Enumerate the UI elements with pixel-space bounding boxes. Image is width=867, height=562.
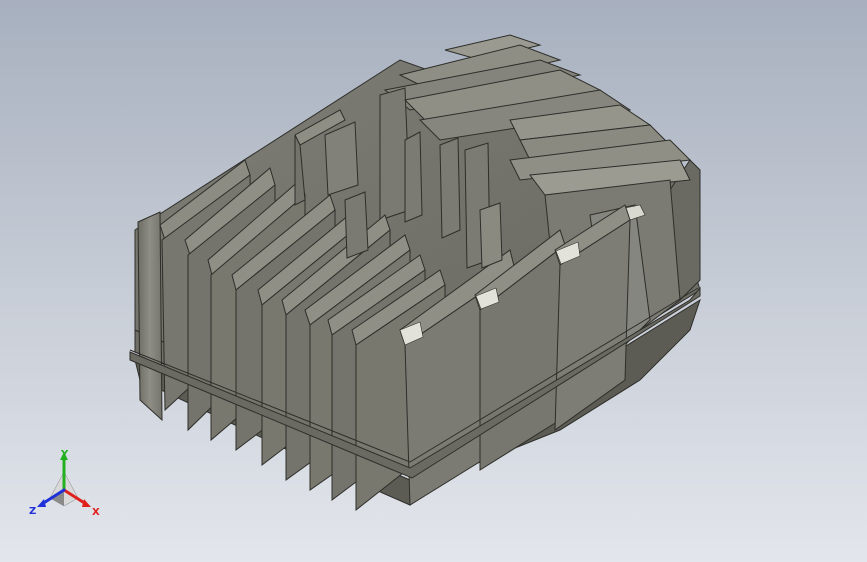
3d-model-view[interactable] — [0, 0, 867, 562]
x-arrow-icon — [82, 499, 91, 507]
z-arrow-icon — [37, 499, 46, 507]
graphics-viewport[interactable]: Y X Z — [0, 0, 867, 562]
x-axis-label: X — [92, 507, 100, 518]
y-axis-label: Y — [60, 449, 69, 460]
view-orientation-triad[interactable]: Y X Z — [24, 448, 104, 528]
z-axis-label: Z — [29, 506, 36, 517]
